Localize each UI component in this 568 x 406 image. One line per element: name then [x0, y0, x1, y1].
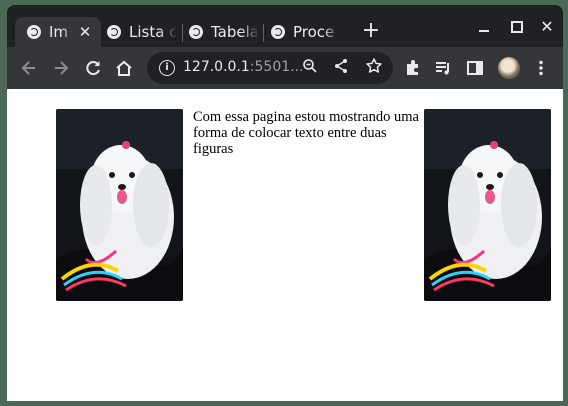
- globe-icon: [271, 25, 285, 39]
- home-icon[interactable]: [114, 58, 134, 78]
- dog-image-left: [56, 109, 183, 301]
- tab-proce[interactable]: Proce: [271, 17, 341, 47]
- minimize-button[interactable]: [470, 16, 500, 38]
- tab-separator: [263, 24, 264, 42]
- back-arrow-icon[interactable]: [19, 58, 39, 78]
- tab-close-icon[interactable]: ✕: [77, 23, 93, 41]
- browser-window: Im ✕ Lista c Tabela Proce + ✕ i 127.0.0.…: [7, 5, 563, 401]
- url-text[interactable]: 127.0.0.1:5501...: [183, 59, 304, 75]
- tab-title-fade: [323, 17, 341, 47]
- info-icon[interactable]: i: [159, 60, 175, 76]
- url-host: 127.0.0.1: [183, 59, 250, 75]
- tab-strip: Im ✕ Lista c Tabela Proce + ✕: [7, 5, 563, 47]
- tab-tabela[interactable]: Tabela: [189, 17, 259, 47]
- page-viewport: Com essa pagina estou mostrando uma form…: [7, 89, 563, 401]
- reload-icon[interactable]: [83, 58, 103, 78]
- tab-lista[interactable]: Lista c: [107, 17, 177, 47]
- media-control-icon[interactable]: [433, 58, 453, 78]
- side-panel-icon[interactable]: [465, 58, 485, 78]
- close-window-button[interactable]: ✕: [532, 17, 562, 39]
- globe-icon: [107, 25, 121, 39]
- tab-separator: [182, 24, 183, 42]
- kebab-menu-icon[interactable]: [531, 58, 551, 78]
- dog-image-right: [424, 109, 551, 301]
- new-tab-button[interactable]: +: [359, 20, 383, 44]
- forward-arrow-icon[interactable]: [51, 58, 71, 78]
- globe-icon: [27, 25, 41, 39]
- globe-icon: [189, 25, 203, 39]
- url-rest: :5501...: [249, 59, 304, 75]
- maximize-icon: [511, 21, 523, 33]
- body-paragraph: Com essa pagina estou mostrando uma form…: [193, 109, 419, 157]
- profile-avatar[interactable]: [498, 57, 520, 79]
- zoom-out-icon[interactable]: [302, 58, 318, 78]
- minimize-icon: [479, 30, 489, 32]
- star-icon[interactable]: [365, 57, 383, 80]
- tab-title-fade: [159, 17, 177, 47]
- address-bar[interactable]: i 127.0.0.1:5501...: [147, 52, 393, 84]
- maximize-button[interactable]: [501, 16, 531, 38]
- puzzle-icon[interactable]: [403, 58, 423, 78]
- browser-toolbar: i 127.0.0.1:5501...: [7, 47, 563, 89]
- share-icon[interactable]: [333, 58, 349, 78]
- tab-active[interactable]: Im ✕: [15, 17, 101, 47]
- tab-title-fade: [241, 17, 259, 47]
